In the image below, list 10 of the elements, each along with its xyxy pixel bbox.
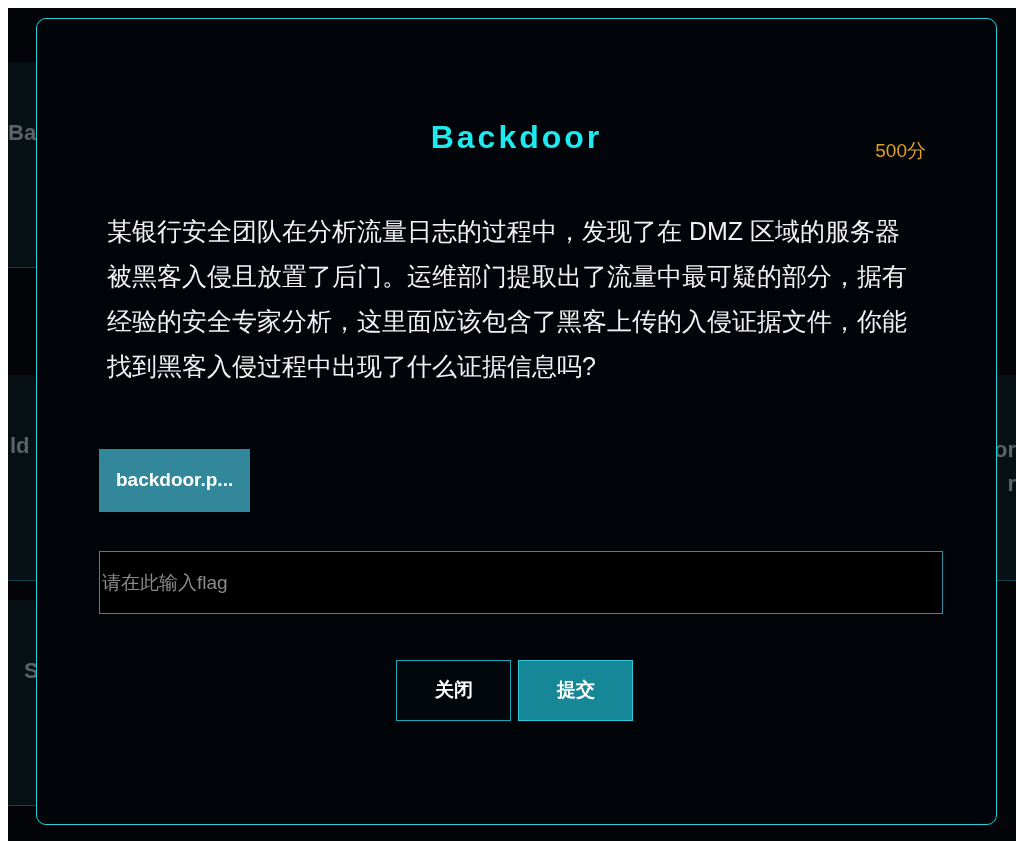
- close-button[interactable]: 关闭: [396, 660, 511, 721]
- card-text: ld: [10, 432, 30, 460]
- flag-input-field[interactable]: 请在此输入flag: [99, 551, 943, 614]
- card-text: Ba: [8, 119, 37, 147]
- score-label: 500分: [875, 139, 926, 163]
- challenge-description: 某银行安全团队在分析流量日志的过程中，发现了在 DMZ 区域的服务器被黑客入侵且放置了后门。运维部门提取出了流量中最可疑的部分，据有经验的安全专家分析，这里面应该包含了黑客上传的入侵证据文件，你能找到黑客入侵过程中出现了什么证据信息吗?: [107, 216, 908, 382]
- attachment-button[interactable]: backdoor.p...: [99, 449, 251, 512]
- submit-button[interactable]: 提交: [518, 660, 633, 721]
- dialog-title: Backdoor: [430, 121, 603, 157]
- card-text: r: [1007, 470, 1016, 498]
